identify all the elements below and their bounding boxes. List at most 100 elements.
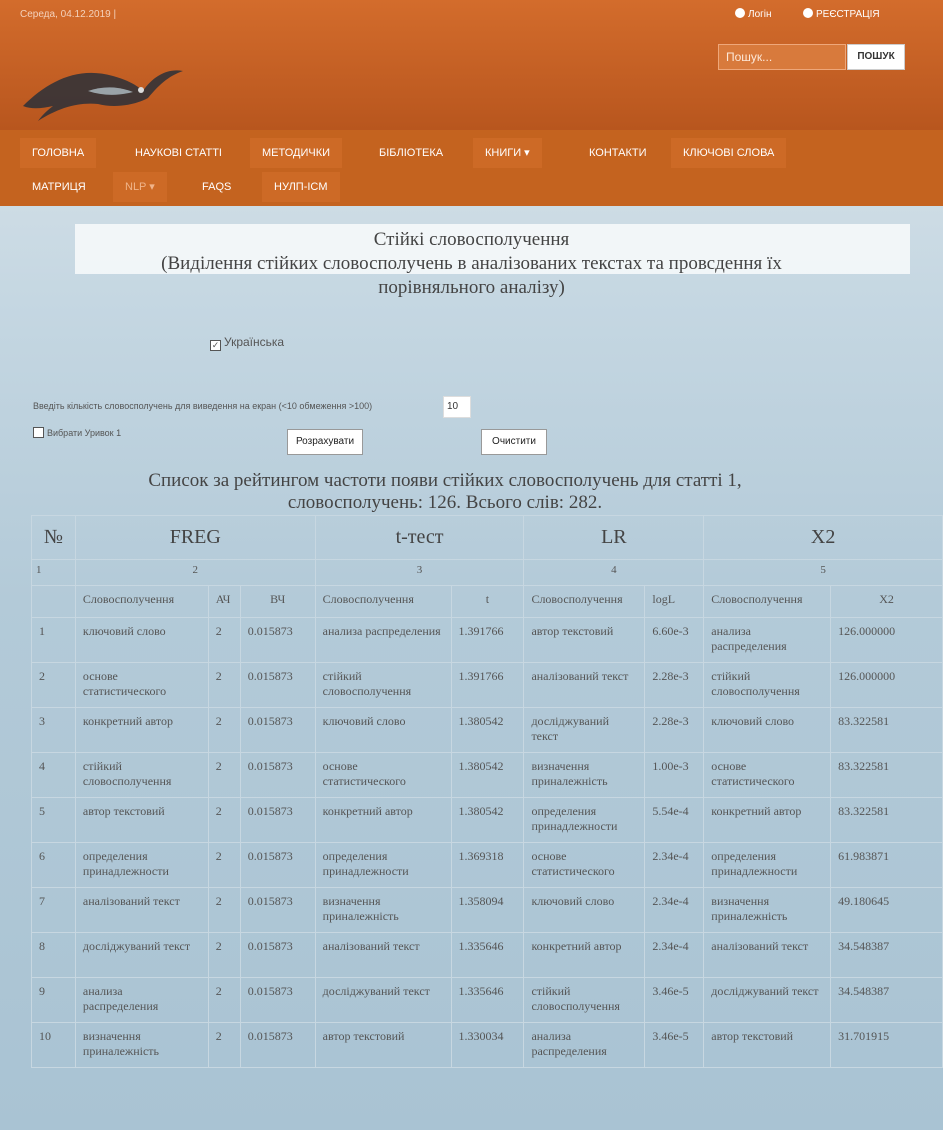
table-cell: 7 <box>31 887 76 933</box>
nav-item-keywords[interactable]: КЛЮЧОВІ СЛОВА <box>671 138 787 168</box>
table-cell: ключовий слово <box>74 617 209 663</box>
login-link[interactable]: Логін <box>735 8 772 20</box>
calculate-button[interactable]: Розрахувати <box>287 429 363 455</box>
table-cell: 2 <box>31 662 76 708</box>
table-cell: 2 <box>207 1022 241 1068</box>
table-cell: 6 <box>31 842 76 888</box>
table-cell: 2 <box>207 662 241 708</box>
table-cell: 61.983871 <box>830 842 943 888</box>
group-number: 2 <box>74 559 316 586</box>
table-cell: 0.015873 <box>239 977 316 1023</box>
nav-item-contacts[interactable]: КОНТАКТИ <box>577 138 659 168</box>
table-row: 6 определения принадлежности 2 0.015873 опре… <box>31 842 943 888</box>
seagull-logo[interactable] <box>18 46 188 126</box>
title-line-1: Стійкі словосполучення <box>373 229 570 250</box>
table-cell: стійкий словосполучення <box>703 662 832 708</box>
top-bar: Середа, 04.12.2019 | Логін РЕЄСТРАЦІЯ <box>0 0 943 28</box>
clear-button[interactable]: Очистити <box>481 429 547 455</box>
table-row: 1 ключовий слово 2 0.015873 анализа распреде… <box>31 617 943 663</box>
table-cell: 0.015873 <box>239 617 316 663</box>
group-header: X2 <box>703 515 943 560</box>
table-cell: аналізований текст <box>74 887 209 933</box>
table-cell: 6.60e-3 <box>644 617 705 663</box>
group-number-row: 1 2 3 4 5 <box>31 559 943 586</box>
table-cell: аналізований текст <box>523 662 646 708</box>
table-cell: 2 <box>207 797 241 843</box>
table-cell: 34.548387 <box>830 932 943 978</box>
table-cell: 2.28e-3 <box>644 707 705 753</box>
search-button[interactable]: ПОШУК <box>847 44 905 70</box>
nav-item-nlp[interactable]: NLP ▾ <box>113 172 167 202</box>
column-header: logL <box>644 585 705 618</box>
add-user-icon <box>803 8 813 18</box>
nav-item-nulp-icm[interactable]: НУЛП-ICM <box>262 172 340 202</box>
table-row: 4 стійкий словосполучення 2 0.015873 основе … <box>31 752 943 798</box>
table-cell: 1.380542 <box>450 752 525 798</box>
nav-item-matrix[interactable]: МАТРИЦЯ <box>20 172 98 202</box>
column-header: t <box>450 585 525 618</box>
page-title: Стійкі словосполучення (Виділення стійки… <box>40 228 903 300</box>
language-label: Українська <box>224 335 285 349</box>
table-cell: 3 <box>31 707 76 753</box>
table-cell: 83.322581 <box>830 707 943 753</box>
table-cell: анализа распределения <box>523 1022 646 1068</box>
table-row: 3 конкретний автор 2 0.015873 ключовий слово… <box>31 707 943 753</box>
results-title: Список за рейтингом частоти появи стійки… <box>55 470 835 514</box>
nav-item-articles[interactable]: НАУКОВІ СТАТТІ <box>123 138 234 168</box>
count-label: Введіть кількість словосполучень для вив… <box>33 401 373 411</box>
table-cell: 2.34e-4 <box>644 842 705 888</box>
table-cell: основе статистического <box>314 752 452 798</box>
group-header: FREG <box>74 515 316 560</box>
register-link[interactable]: РЕЄСТРАЦІЯ <box>803 8 880 20</box>
table-cell: 1.391766 <box>450 617 525 663</box>
table-row: 10 визначення приналежність 2 0.015873 автор… <box>31 1022 943 1068</box>
title-line-2: (Виділення стійких словосполучень в анал… <box>161 253 782 274</box>
table-cell: 0.015873 <box>239 842 316 888</box>
table-cell: основе статистического <box>523 842 646 888</box>
table-cell: аналізований текст <box>703 932 832 978</box>
table-cell: 1.369318 <box>450 842 525 888</box>
collocation-table: № FREG t-тест LR X2 1 2 3 4 5 Словосполу… <box>31 515 943 1068</box>
nav-item-home[interactable]: ГОЛОВНА <box>20 138 97 168</box>
main-nav: ГОЛОВНА НАУКОВІ СТАТТІ МЕТОДИЧКИ БІБЛІОТ… <box>0 130 943 206</box>
table-cell: 5 <box>31 797 76 843</box>
table-cell: ключовий слово <box>703 707 832 753</box>
excerpt-option[interactable]: Вибрати Уривок 1 <box>33 427 121 438</box>
table-cell: 9 <box>31 977 76 1023</box>
table-cell: анализа распределения <box>74 977 209 1023</box>
table-cell: 4 <box>31 752 76 798</box>
table-cell: 83.322581 <box>830 797 943 843</box>
nav-item-faqs[interactable]: FAQS <box>190 172 243 202</box>
column-header: X2 <box>830 585 943 618</box>
group-header-row: № FREG t-тест LR X2 <box>31 515 943 560</box>
group-header: № <box>31 515 76 560</box>
nav-item-books[interactable]: КНИГИ ▾ <box>473 138 542 168</box>
table-row: 8 досліджуваний текст 2 0.015873 аналізовани… <box>31 932 943 978</box>
table-cell: досліджуваний текст <box>703 977 832 1023</box>
count-input[interactable]: 10 <box>443 396 471 418</box>
language-checkbox[interactable]: ✓ <box>210 340 221 351</box>
nav-item-library[interactable]: БІБЛІОТЕКА <box>367 138 455 168</box>
results-title-line-2: словосполучень: 126. Всього слів: 282. <box>287 492 603 513</box>
table-cell: визначення приналежність <box>703 887 832 933</box>
column-header: Словосполучення <box>314 585 452 618</box>
group-header: LR <box>523 515 705 560</box>
table-cell: анализа распределения <box>314 617 452 663</box>
table-cell: 3.46e-5 <box>644 977 705 1023</box>
table-cell: ключовий слово <box>523 887 646 933</box>
column-header-row: Словосполучення АЧ ВЧ Словосполучення t … <box>31 585 943 618</box>
table-cell: 34.548387 <box>830 977 943 1023</box>
table-cell: 0.015873 <box>239 707 316 753</box>
table-cell: досліджуваний текст <box>74 932 209 978</box>
table-row: 2 основе статистического 2 0.015873 стійкий … <box>31 662 943 708</box>
excerpt-checkbox[interactable] <box>33 427 44 438</box>
table-cell: 10 <box>31 1022 76 1068</box>
column-header: ВЧ <box>239 585 316 618</box>
nav-item-methods[interactable]: МЕТОДИЧКИ <box>250 138 343 168</box>
table-cell: 0.015873 <box>239 887 316 933</box>
language-option[interactable]: ✓ Українська <box>210 335 284 351</box>
table-cell: 1.335646 <box>450 932 525 978</box>
site-header: Середа, 04.12.2019 | Логін РЕЄСТРАЦІЯ По… <box>0 0 943 130</box>
search-input[interactable]: Пошук... <box>718 44 846 70</box>
table-cell: 1.330034 <box>450 1022 525 1068</box>
